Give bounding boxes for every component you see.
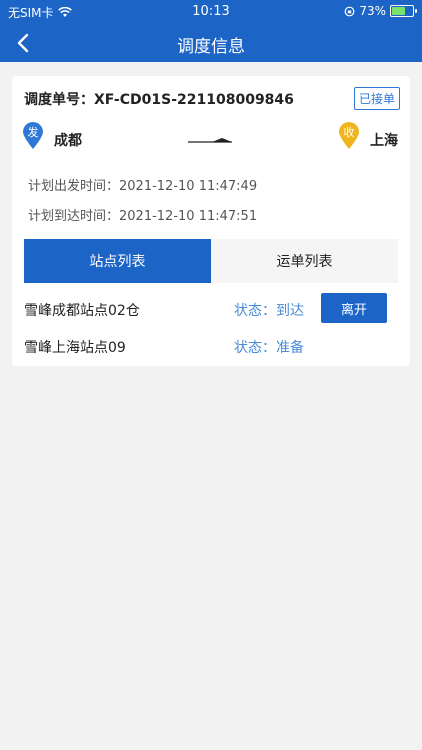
station-status: 状态：准备 bbox=[234, 337, 304, 357]
station-row: 雪峰上海站点09 状态：准备 bbox=[12, 329, 410, 363]
page-title: 调度信息 bbox=[177, 37, 245, 57]
planned-departure-row: 计划出发时间：2021-12-10 11:47:49 bbox=[28, 175, 257, 194]
destination-city: 上海 bbox=[370, 133, 398, 149]
destination-pin-icon: 收 bbox=[339, 122, 359, 149]
order-number-row: 调度单号：XF-CD01S-221108009846 bbox=[24, 89, 294, 109]
station-status-value: 到达 bbox=[276, 303, 304, 319]
station-row: 雪峰成都站点02仓 状态：到达 离开 bbox=[12, 292, 410, 326]
leave-button[interactable]: 离开 bbox=[321, 293, 387, 323]
origin-marker-text: 发 bbox=[28, 125, 39, 139]
planned-departure-value: 2021-12-10 11:47:49 bbox=[119, 179, 258, 194]
origin-city: 成都 bbox=[54, 133, 82, 149]
status-bar-right: 73% bbox=[344, 4, 417, 18]
list-tabs: 站点列表 运单列表 bbox=[24, 239, 398, 283]
station-status: 状态：到达 bbox=[234, 300, 304, 320]
battery-icon bbox=[390, 5, 417, 17]
origin-pin-icon: 发 bbox=[23, 122, 43, 149]
planned-arrival-row: 计划到达时间：2021-12-10 11:47:51 bbox=[28, 205, 257, 224]
orientation-lock-icon bbox=[344, 6, 355, 16]
status-bar: 无SIM卡 10:13 73% bbox=[0, 0, 422, 24]
dispatch-card: 调度单号：XF-CD01S-221108009846 已接单 发 成都 收 上海… bbox=[12, 76, 410, 366]
station-name: 雪峰成都站点02仓 bbox=[24, 303, 140, 319]
destination-marker-text: 收 bbox=[344, 125, 355, 139]
station-status-label: 状态： bbox=[234, 340, 276, 356]
planned-arrival-value: 2021-12-10 11:47:51 bbox=[119, 209, 258, 224]
route-row: 发 成都 收 上海 bbox=[12, 122, 410, 158]
nav-bar: 调度信息 bbox=[0, 24, 422, 62]
order-number-value: XF-CD01S-221108009846 bbox=[94, 92, 294, 108]
battery-percent: 73% bbox=[359, 4, 386, 18]
tab-waybill-list[interactable]: 运单列表 bbox=[211, 239, 398, 283]
station-name: 雪峰上海站点09 bbox=[24, 340, 126, 356]
planned-arrival-label: 计划到达时间： bbox=[28, 209, 120, 224]
order-number-label: 调度单号： bbox=[24, 92, 94, 108]
planned-departure-label: 计划出发时间： bbox=[28, 179, 120, 194]
station-status-value: 准备 bbox=[276, 340, 304, 356]
station-status-label: 状态： bbox=[234, 303, 276, 319]
tab-station-list[interactable]: 站点列表 bbox=[24, 239, 211, 283]
route-arrow-icon bbox=[188, 138, 232, 143]
status-badge: 已接单 bbox=[353, 87, 400, 110]
